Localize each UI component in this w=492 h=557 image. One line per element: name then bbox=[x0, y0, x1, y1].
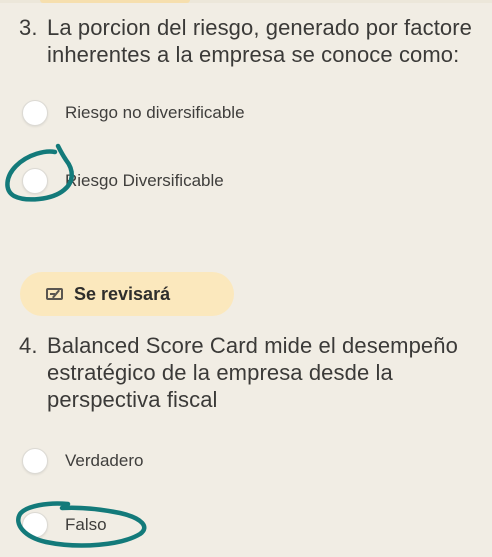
radio-button[interactable] bbox=[22, 100, 48, 126]
radio-button[interactable] bbox=[22, 168, 48, 194]
question-3-text-line-1: La porcion del riesgo, generado por fact… bbox=[47, 15, 473, 40]
review-status-badge: Se revisará bbox=[20, 272, 234, 316]
top-strip bbox=[0, 0, 492, 3]
previous-badge-edge bbox=[40, 0, 190, 3]
edit-pencil-icon bbox=[46, 288, 63, 300]
question-4-line-1: 4. Balanced Score Card mide el desempeño bbox=[19, 332, 458, 359]
question-3-line-1: 3. La porcion del riesgo, generado por fa… bbox=[19, 14, 472, 41]
question-3-option-1[interactable]: Riesgo no diversificable bbox=[22, 98, 245, 128]
question-4-number: 4. bbox=[19, 333, 38, 358]
radio-button[interactable] bbox=[22, 448, 48, 474]
question-4-option-1[interactable]: Verdadero bbox=[22, 446, 143, 476]
question-4-text-line-3: perspectiva fiscal bbox=[47, 387, 218, 412]
question-4-option-2[interactable]: Falso bbox=[22, 510, 107, 540]
question-4-text-line-1: Balanced Score Card mide el desempeño bbox=[47, 333, 458, 358]
question-3-text-line-2: inherentes a la empresa se conoce como: bbox=[47, 42, 460, 67]
question-3-option-2[interactable]: Riesgo Diversificable bbox=[22, 166, 224, 196]
option-label: Verdadero bbox=[65, 451, 144, 470]
question-3-number: 3. bbox=[19, 15, 38, 40]
question-4: 4. Balanced Score Card mide el desempeño … bbox=[19, 332, 458, 413]
question-4-text-line-2: estratégico de la empresa desde la bbox=[47, 360, 393, 385]
radio-button[interactable] bbox=[22, 512, 48, 538]
option-label: Riesgo no diversificable bbox=[65, 103, 245, 122]
review-status-label: Se revisará bbox=[74, 283, 171, 304]
option-label: Falso bbox=[65, 515, 107, 534]
option-label: Riesgo Diversificable bbox=[65, 171, 224, 190]
question-3: 3. La porcion del riesgo, generado por fa… bbox=[19, 14, 472, 68]
